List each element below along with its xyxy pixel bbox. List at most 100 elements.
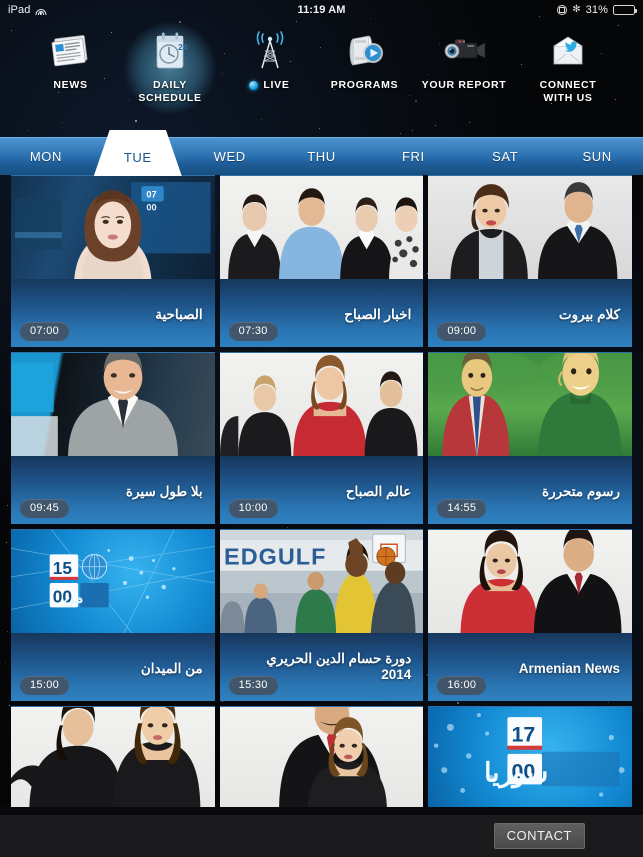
program-time-badge: 16:00	[437, 676, 487, 695]
schedule-scroll-area[interactable]: 07 00 باحية الصباحية 07:00	[0, 175, 643, 831]
program-card[interactable]: رسوم متحررة 14:55	[428, 352, 632, 524]
program-card[interactable]: كلام بيروت 09:00	[428, 175, 632, 347]
program-title: اخبار الصباح	[344, 307, 412, 322]
program-title: Armenian News	[518, 661, 620, 676]
program-caption: رسوم متحررة 14:55	[428, 456, 632, 524]
program-card[interactable]: EDGULF دورة حسام الدين الحريري 2014 15:30	[219, 529, 424, 701]
program-thumbnail	[11, 353, 215, 456]
nav-label-line2: SCHEDULE	[138, 92, 202, 104]
day-tab-thu[interactable]: THU	[276, 138, 368, 175]
program-caption: بلا طول سيرة 09:45	[11, 456, 215, 524]
battery-percent-label: 31%	[585, 4, 608, 16]
contact-button[interactable]: CONTACT	[493, 823, 585, 849]
program-time-badge: 14:55	[437, 499, 487, 518]
program-thumbnail: 17 00 سوريا	[428, 707, 632, 810]
day-tab-label: FRI	[401, 149, 425, 164]
svg-text:EDGULF: EDGULF	[224, 544, 326, 570]
newspaper-icon	[50, 28, 92, 74]
svg-text:07: 07	[146, 189, 156, 199]
program-title: من الميدان	[140, 661, 203, 676]
day-tab-label: MON	[29, 149, 62, 164]
program-caption: اخبار الصباح 07:30	[219, 279, 424, 347]
rotation-lock-icon	[557, 5, 568, 15]
program-thumbnail	[219, 707, 424, 810]
calendar-24-icon: 24	[150, 28, 190, 74]
program-title-line1: دورة حسام الدين الحريري	[266, 651, 412, 666]
svg-text:من: من	[63, 589, 83, 606]
film-reel-play-icon	[343, 28, 387, 74]
program-thumbnail	[428, 353, 632, 456]
program-title: كلام بيروت	[558, 307, 620, 322]
day-tab-mon[interactable]: MON	[0, 138, 92, 175]
program-thumbnail	[428, 176, 632, 279]
status-bar-clock: 11:19 AM	[297, 4, 346, 16]
program-thumbnail	[219, 353, 424, 456]
program-caption: عالم الصباح 10:00	[219, 456, 424, 524]
broadcast-tower-icon	[247, 28, 293, 74]
program-time-badge: 15:30	[228, 676, 278, 695]
nav-item-live[interactable]: LIVE	[222, 20, 317, 134]
nav-item-programs[interactable]: PROGRAMS	[317, 20, 412, 134]
program-title: الصباحية	[155, 307, 203, 322]
program-time-badge: 09:45	[20, 499, 70, 518]
nav-item-daily-schedule[interactable]: 24 DAILY SCHEDULE	[118, 20, 222, 134]
video-camera-icon	[439, 28, 489, 74]
svg-text:17: 17	[512, 723, 536, 747]
program-time-badge: 10:00	[228, 499, 278, 518]
program-time-badge: 07:30	[228, 322, 278, 341]
program-thumbnail	[219, 176, 424, 279]
svg-text:24: 24	[178, 42, 188, 52]
nav-item-connect-with-us[interactable]: CONNECT WITH US	[516, 20, 620, 134]
day-tab-sun[interactable]: SUN	[551, 138, 643, 175]
bluetooth-icon: ✻	[572, 4, 581, 15]
program-card[interactable]: اخبار الصباح 07:30	[219, 175, 424, 347]
svg-text:سوريا: سوريا	[484, 757, 548, 788]
app-root: iPad 11:19 AM ✻ 31% NEWS 24 DAILY SCHEDU…	[0, 0, 643, 857]
program-thumbnail: 07 00 باحية	[11, 176, 215, 279]
nav-label-live-text: LIVE	[263, 79, 290, 91]
program-caption: الصباحية 07:00	[11, 279, 215, 347]
nav-label-line1: DAILY	[152, 79, 188, 91]
top-navigation: NEWS 24 DAILY SCHEDULE LIVE PROGRAMS YOU…	[0, 20, 643, 134]
program-caption: من الميدان 15:00	[11, 633, 215, 701]
program-card[interactable]: Armenian News 16:00	[428, 529, 632, 701]
device-name-label: iPad	[8, 4, 31, 16]
program-thumbnail	[428, 530, 632, 633]
program-title: عالم الصباح	[345, 484, 412, 499]
status-bar: iPad 11:19 AM ✻ 31%	[0, 0, 643, 20]
day-tab-tue[interactable]: TUE	[92, 130, 184, 176]
program-caption: Armenian News 16:00	[428, 633, 632, 701]
day-tab-label: TUE	[123, 150, 152, 165]
status-bar-right: ✻ 31%	[557, 4, 637, 16]
battery-icon	[613, 5, 637, 15]
nav-label-line1: CONNECT	[539, 79, 597, 91]
envelope-twitter-icon	[546, 28, 590, 74]
nav-label-connect-with-us: CONNECT WITH US	[540, 79, 597, 105]
bottom-bar: CONTACT	[0, 815, 643, 857]
program-card[interactable]: 15 00 من من الميدان 15:00	[11, 529, 215, 701]
day-tab-label: THU	[307, 149, 336, 164]
program-card[interactable]: 07 00 باحية الصباحية 07:00	[11, 175, 215, 347]
program-card[interactable]: عالم الصباح 10:00	[219, 352, 424, 524]
schedule-grid: 07 00 باحية الصباحية 07:00	[0, 175, 643, 831]
day-tab-label: WED	[213, 149, 246, 164]
nav-item-your-report[interactable]: YOUR REPORT	[412, 20, 516, 134]
nav-item-news[interactable]: NEWS	[23, 20, 118, 134]
day-tab-wed[interactable]: WED	[184, 138, 276, 175]
live-indicator-dot	[249, 81, 259, 90]
day-tab-label: SUN	[582, 149, 612, 164]
program-title: بلا طول سيرة	[125, 484, 203, 499]
svg-text:00: 00	[146, 203, 156, 213]
day-tab-fri[interactable]: FRI	[367, 138, 459, 175]
program-thumbnail	[11, 707, 215, 810]
status-bar-left: iPad	[8, 4, 47, 16]
program-title: رسوم متحررة	[542, 484, 620, 499]
nav-label-programs: PROGRAMS	[330, 79, 399, 91]
nav-label-news: NEWS	[53, 79, 88, 91]
nav-label-daily-schedule: DAILY SCHEDULE	[138, 79, 201, 105]
nav-label-your-report: YOUR REPORT	[421, 79, 507, 91]
day-tab-sat[interactable]: SAT	[459, 138, 551, 175]
wifi-icon	[35, 6, 47, 15]
nav-label-line2: WITH US	[543, 92, 593, 104]
program-card[interactable]: بلا طول سيرة 09:45	[11, 352, 215, 524]
